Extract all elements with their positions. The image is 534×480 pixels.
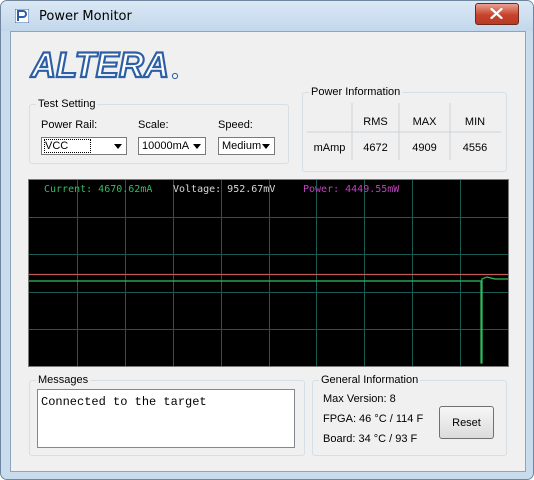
- power-header-rms: RMS: [363, 116, 388, 128]
- title-bar[interactable]: Power Monitor: [1, 1, 533, 31]
- power-value-min: 4556: [462, 142, 488, 154]
- scale-value: 10000mA: [142, 140, 190, 152]
- chevron-down-icon: [193, 144, 201, 149]
- power-readout: Power: 4449.55mW: [303, 184, 400, 195]
- client-area: ALTERA Test Setting Power Rail: VCC Scal…: [10, 31, 526, 472]
- power-header-max: MAX: [412, 116, 437, 128]
- board-temperature-text: Board: 34 °C / 93 F: [323, 433, 418, 445]
- logo-wordmark: ALTERA: [30, 46, 169, 82]
- speed-select[interactable]: Medium: [218, 137, 275, 155]
- current-readout: Current: 4670.62mA: [44, 184, 153, 195]
- power-rail-value: VCC: [43, 139, 92, 153]
- app-icon: [15, 9, 29, 23]
- close-icon: [490, 8, 503, 19]
- messages-title: Messages: [36, 373, 91, 387]
- test-setting-title: Test Setting: [36, 97, 98, 111]
- reset-button[interactable]: Reset: [439, 406, 494, 439]
- general-information-title: General Information: [319, 373, 421, 387]
- voltage-readout: Voltage: 952.67mV: [173, 184, 276, 195]
- close-button[interactable]: [475, 3, 519, 25]
- window-title: Power Monitor: [39, 9, 132, 24]
- power-value-max: 4909: [412, 142, 437, 154]
- power-header-min: MIN: [464, 116, 486, 128]
- scale-select[interactable]: 10000mA: [138, 137, 206, 155]
- plot-canvas: [29, 180, 508, 366]
- speed-value: Medium: [222, 140, 262, 152]
- max-version-text: Max Version: 8: [323, 393, 396, 405]
- power-value-rms: 4672: [363, 142, 388, 154]
- messages-textbox[interactable]: Connected to the target: [37, 389, 295, 448]
- power-monitor-window: Power Monitor ALTERA Test Setting Power …: [0, 0, 534, 480]
- speed-label: Speed:: [218, 119, 253, 131]
- power-rail-label: Power Rail:: [41, 119, 98, 131]
- scale-label: Scale:: [138, 119, 169, 131]
- test-setting-group: Test Setting: [29, 97, 289, 164]
- power-information-title: Power Information: [309, 85, 403, 99]
- chevron-down-icon: [262, 144, 270, 149]
- power-rail-select[interactable]: VCC: [41, 137, 127, 155]
- fpga-temperature-text: FPGA: 46 °C / 114 F: [323, 413, 424, 425]
- power-row-unit: mAmp: [313, 142, 346, 154]
- current-trace: [29, 276, 508, 364]
- altera-logo: ALTERA: [29, 46, 179, 82]
- power-plot: Current: 4670.62mA Voltage: 952.67mV Pow…: [28, 179, 509, 367]
- chevron-down-icon: [114, 144, 122, 149]
